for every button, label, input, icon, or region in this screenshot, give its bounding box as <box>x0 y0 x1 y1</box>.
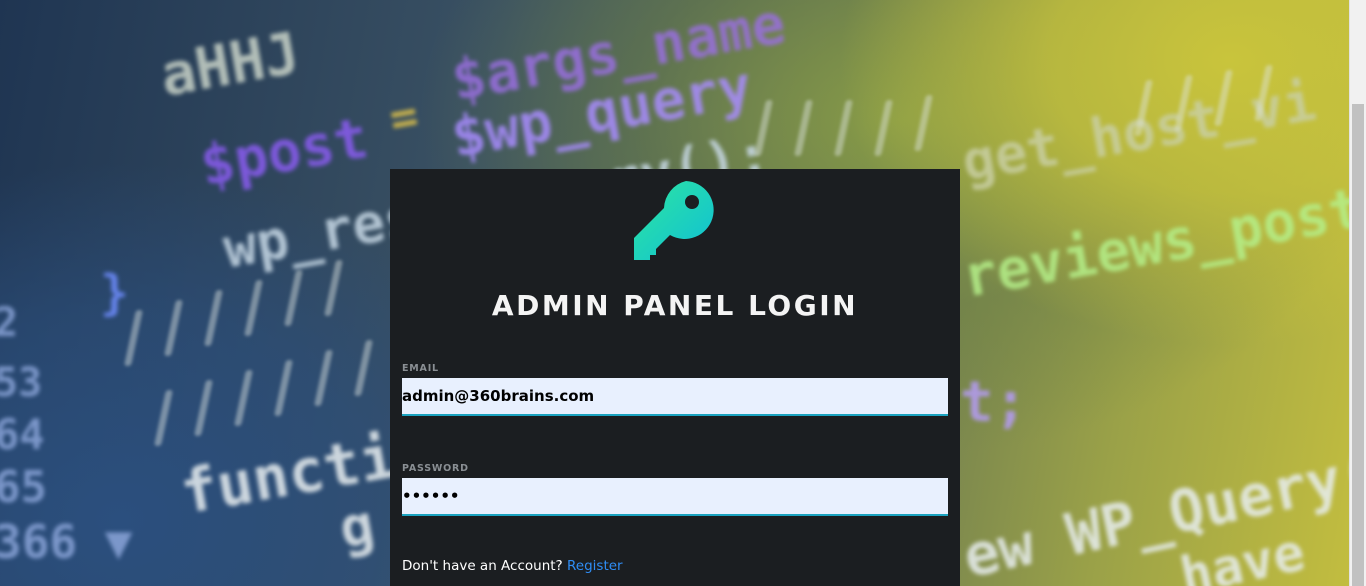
register-prompt-text: Don't have an Account? <box>402 558 563 574</box>
email-field[interactable] <box>402 378 948 416</box>
page: aHHJ $args_name $post = $wp_query wp_res… <box>0 0 1366 586</box>
email-label: EMAIL <box>402 363 439 374</box>
password-label: PASSWORD <box>402 463 469 474</box>
scrollbar[interactable] <box>1349 0 1366 586</box>
key-icon <box>634 181 718 265</box>
login-panel: ADMIN PANEL LOGIN EMAIL PASSWORD Don't h… <box>390 169 960 586</box>
scrollbar-thumb[interactable] <box>1352 104 1364 586</box>
register-prompt: Don't have an Account? Register <box>402 558 623 574</box>
register-link[interactable]: Register <box>567 558 623 574</box>
password-field[interactable] <box>402 478 948 516</box>
page-title: ADMIN PANEL LOGIN <box>491 289 859 322</box>
